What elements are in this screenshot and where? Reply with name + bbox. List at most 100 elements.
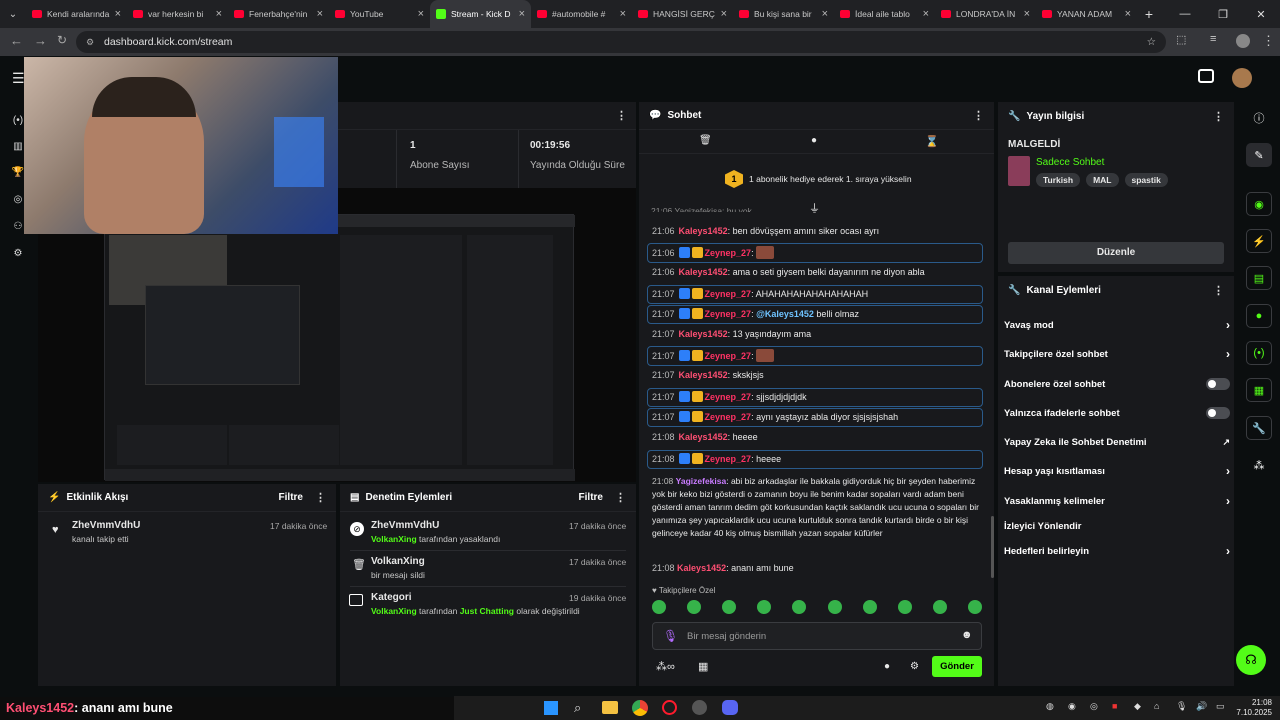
- extensions-icon[interactable]: ⬚: [1176, 33, 1186, 46]
- pencil-icon[interactable]: ✎: [1246, 143, 1272, 167]
- mic-icon[interactable]: 🎙: [663, 629, 678, 643]
- browser-tab[interactable]: YANAN ADAM ×: [1036, 0, 1137, 28]
- emote-icon[interactable]: [792, 600, 807, 614]
- chat-username[interactable]: Kaleys1452: [679, 370, 728, 380]
- settings-icon[interactable]: ⚙: [4, 243, 32, 263]
- chat-username[interactable]: Kaleys1452: [679, 226, 728, 236]
- tray-icon[interactable]: ■: [1112, 701, 1117, 711]
- mod-user[interactable]: VolkanXing: [371, 556, 425, 567]
- close-tab-icon[interactable]: ×: [923, 8, 929, 20]
- mod-category[interactable]: Just Chatting: [460, 606, 514, 616]
- clock-time[interactable]: 21:08: [1242, 698, 1272, 707]
- chat-username[interactable]: Zeynep_27: [705, 309, 752, 319]
- url-input[interactable]: ⚙ dashboard.kick.com/stream ☆: [76, 31, 1166, 53]
- chat-username[interactable]: Yagizefekisa: [676, 476, 727, 486]
- user-avatar[interactable]: [1232, 68, 1252, 88]
- emote-icon[interactable]: [757, 600, 772, 614]
- channel-action-item[interactable]: Yapay Zeka ile Sohbet Denetimi ↗: [1004, 432, 1230, 452]
- close-tab-icon[interactable]: ×: [822, 8, 828, 20]
- tag-chip[interactable]: Turkish: [1036, 173, 1081, 187]
- kick-logo-icon[interactable]: [1198, 69, 1214, 83]
- close-tab-icon[interactable]: ×: [1125, 8, 1131, 20]
- site-info-icon[interactable]: ⚙: [86, 37, 94, 48]
- browser-tab[interactable]: var herkesin bi ×: [127, 0, 228, 28]
- activity-more-icon[interactable]: ⋮: [315, 491, 326, 504]
- chat-username[interactable]: Kaleys1452: [679, 432, 728, 442]
- obs-icon[interactable]: [692, 700, 707, 715]
- subscriber-icon[interactable]: ⁂∞: [656, 660, 675, 673]
- close-tab-icon[interactable]: ×: [418, 8, 424, 20]
- emote-icon[interactable]: [687, 600, 702, 614]
- send-button[interactable]: Gönder: [932, 656, 982, 677]
- chat-more-icon[interactable]: ⋮: [973, 109, 984, 122]
- chat-icon[interactable]: ●: [811, 135, 817, 146]
- chat-username[interactable]: Zeynep_27: [705, 454, 752, 464]
- help-button[interactable]: ☊: [1236, 645, 1266, 675]
- minimize-icon[interactable]: —: [1166, 8, 1204, 20]
- chat-username[interactable]: Kaleys1452: [679, 329, 728, 339]
- chat-username[interactable]: Zeynep_27: [705, 248, 752, 258]
- browser-menu-icon[interactable]: ⋮: [1262, 33, 1275, 49]
- channel-action-item[interactable]: Yavaş mod ›: [1004, 315, 1230, 335]
- lightning-icon[interactable]: ⚡: [1246, 229, 1272, 253]
- browser-tab[interactable]: Stream - Kick D ×: [430, 0, 531, 28]
- channel-actions-more-icon[interactable]: ⋮: [1213, 284, 1224, 297]
- chat-username[interactable]: Zeynep_27: [705, 412, 752, 422]
- menu-icon[interactable]: ☰: [12, 70, 25, 87]
- close-tab-icon[interactable]: ×: [115, 8, 121, 20]
- tray-icon[interactable]: ◆: [1134, 701, 1141, 712]
- channel-action-item[interactable]: Hedefleri belirleyin ›: [1004, 541, 1230, 561]
- mod-actor[interactable]: VolkanXing: [371, 606, 417, 616]
- chat-username[interactable]: Kaleys1452: [679, 267, 728, 277]
- emote-icon[interactable]: [722, 600, 737, 614]
- browser-tab[interactable]: Fenerbahçe'nin ×: [228, 0, 329, 28]
- channel-action-item[interactable]: Hesap yaşı kısıtlaması ›: [1004, 461, 1230, 481]
- chat-users-icon[interactable]: ●: [884, 661, 890, 672]
- new-tab-button[interactable]: +: [1137, 6, 1161, 22]
- emote-icon[interactable]: [967, 600, 982, 614]
- browser-tab[interactable]: HANGİSİ GERÇ ×: [632, 0, 733, 28]
- toggle-switch[interactable]: [1206, 378, 1230, 390]
- usb-icon[interactable]: ⌂: [1154, 701, 1159, 711]
- close-tab-icon[interactable]: ×: [317, 8, 323, 20]
- stream-info-more-icon[interactable]: ⋮: [1213, 110, 1224, 123]
- tray-icon[interactable]: ◍: [1046, 701, 1054, 712]
- channel-action-item[interactable]: İzleyici Yönlendir: [1004, 516, 1230, 536]
- emoji-icon[interactable]: ☻: [961, 629, 973, 641]
- profile-avatar[interactable]: [1236, 34, 1250, 48]
- chat-scrollbar[interactable]: [991, 516, 994, 578]
- bookmark-star-icon[interactable]: ☆: [1147, 36, 1156, 48]
- close-tab-icon[interactable]: ×: [721, 8, 727, 20]
- store-icon[interactable]: ▦: [698, 660, 708, 673]
- chat-settings-icon[interactable]: ⚙: [910, 661, 919, 672]
- mod-user[interactable]: Kategori: [371, 592, 412, 603]
- hourglass-icon[interactable]: ⌛: [925, 135, 939, 148]
- emote-icon[interactable]: [862, 600, 877, 614]
- channel-action-item[interactable]: Yalnızca ifadelerle sohbet: [1004, 403, 1230, 423]
- browser-tab[interactable]: Bu kişi sana bir ×: [733, 0, 834, 28]
- channel-action-item[interactable]: Abonelere özel sohbet: [1004, 374, 1230, 394]
- mic-tray-icon[interactable]: 🎙: [1176, 701, 1187, 712]
- reading-list-icon[interactable]: ≡: [1210, 33, 1216, 45]
- stats-more-icon[interactable]: ⋮: [616, 109, 627, 122]
- tag-chip[interactable]: spastik: [1124, 173, 1168, 187]
- close-tab-icon[interactable]: ×: [216, 8, 222, 20]
- mod-user[interactable]: ZheVmmVdhU: [371, 520, 439, 531]
- opera-icon[interactable]: [662, 700, 677, 715]
- chrome-icon[interactable]: [632, 700, 648, 716]
- activity-filter-button[interactable]: Filtre: [279, 492, 303, 503]
- tray-icon[interactable]: ◎: [1090, 701, 1098, 712]
- close-tab-icon[interactable]: ×: [519, 8, 525, 20]
- activity-user[interactable]: ZheVmmVdhU: [72, 520, 140, 531]
- emote-icon[interactable]: [897, 600, 912, 614]
- moderation-more-icon[interactable]: ⋮: [615, 491, 626, 504]
- browser-tab[interactable]: İdeal aile tablo ×: [834, 0, 935, 28]
- network-icon[interactable]: ▭: [1216, 701, 1225, 712]
- chat-input[interactable]: 🎙 Bir mesaj gönderin ☻: [652, 622, 982, 650]
- community-icon[interactable]: ⁂: [1246, 453, 1272, 477]
- chat-username[interactable]: Zeynep_27: [705, 351, 752, 361]
- clock-date[interactable]: 7.10.2025: [1232, 708, 1272, 717]
- chat-username[interactable]: Zeynep_27: [705, 392, 752, 402]
- mod-actor[interactable]: VolkanXing: [371, 534, 417, 544]
- emote-icon[interactable]: [932, 600, 947, 614]
